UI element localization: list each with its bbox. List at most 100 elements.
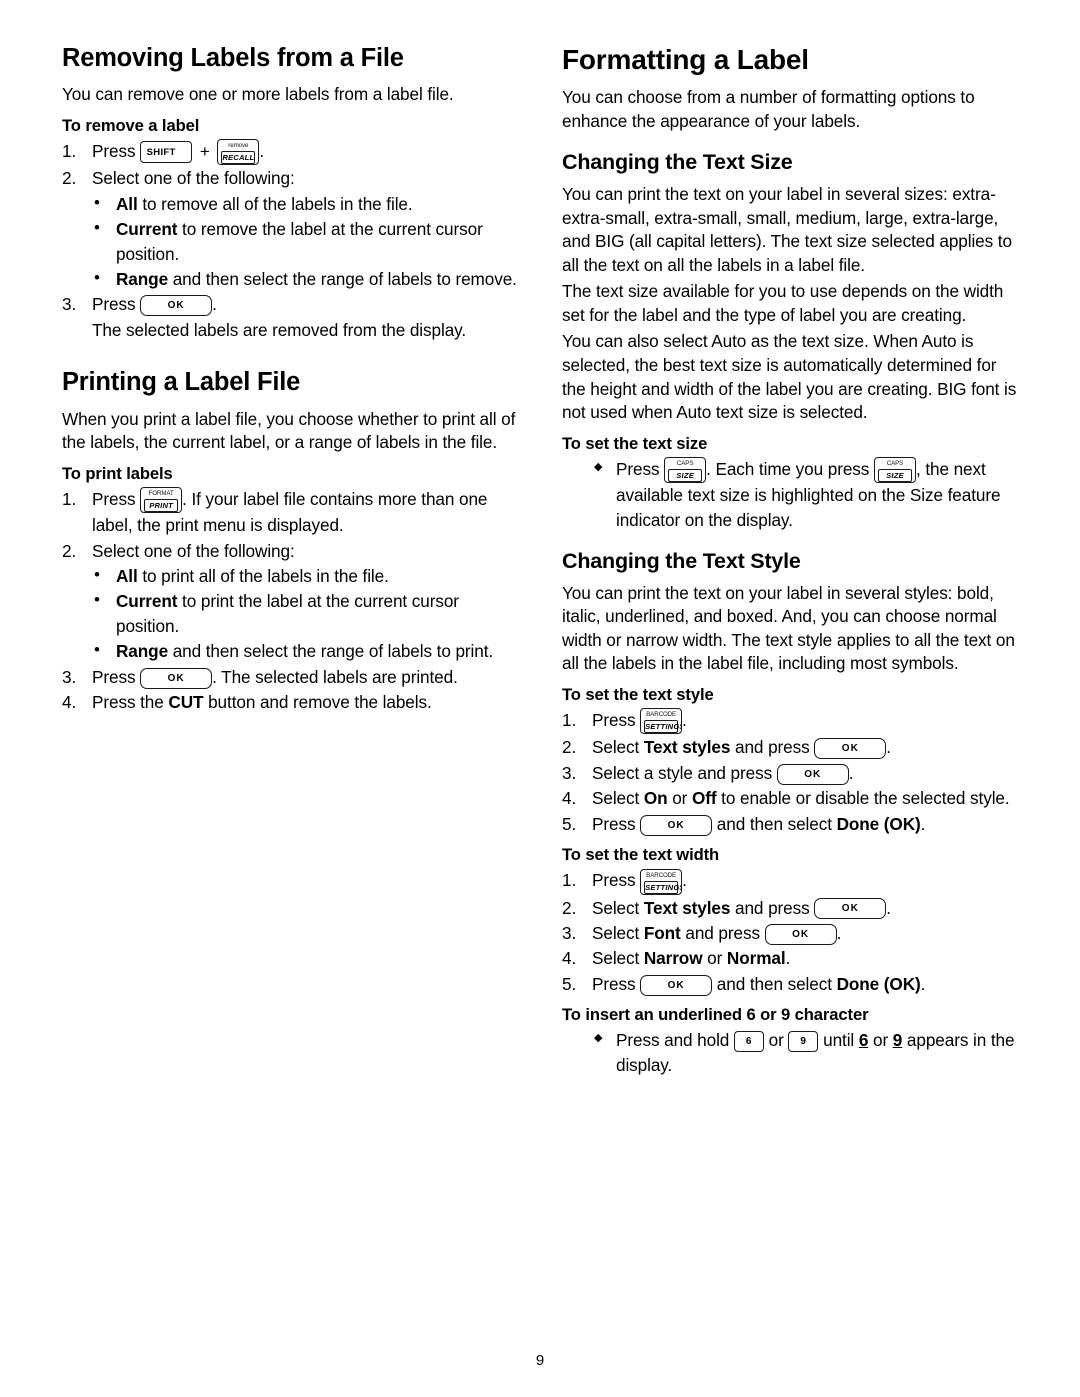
document-page: Removing Labels from a File You can remo… xyxy=(0,0,1080,1397)
bullet-dot-icon: • xyxy=(94,565,100,585)
step-text-prefix: Press xyxy=(92,140,136,161)
size-key-icon: CAPS SIZE xyxy=(664,457,707,484)
step-text-a: Select xyxy=(592,737,644,758)
step-text-b: and press xyxy=(730,737,810,758)
menu-item-font: Font xyxy=(643,922,681,943)
step-text-a: Press the xyxy=(92,692,169,713)
step-number: 3. xyxy=(562,762,577,783)
bullet-dot-icon: • xyxy=(94,640,100,660)
ok-key-icon: OK xyxy=(764,923,837,945)
step-text-suffix: . xyxy=(212,294,217,315)
bullet-list-remove-options: • All to remove all of the labels in the … xyxy=(62,192,520,292)
print-key-bottom-label: PRINT xyxy=(144,499,179,513)
step-item: 4. Select On or Off to enable or disable… xyxy=(562,786,1020,810)
steps-print-labels: 1. Press FORMAT PRINT . If your label fi… xyxy=(62,487,520,563)
step-text-a: Press xyxy=(592,973,636,994)
intro-formatting-label: You can choose from a number of formatti… xyxy=(562,87,975,131)
ok-key-icon: OK xyxy=(640,814,713,836)
step-item: 1. Press FORMAT PRINT . If your label fi… xyxy=(62,487,520,538)
option-narrow: Narrow xyxy=(643,948,703,969)
heading-changing-text-size: Changing the Text Size xyxy=(562,150,793,175)
step-text: Select one of the following: xyxy=(92,168,295,189)
bullet-list-set-text-size: ◆ Press CAPS SIZE . Each time you press … xyxy=(562,457,1020,532)
recall-key-icon: remove RECALL xyxy=(217,139,260,166)
step-text-suffix: . xyxy=(259,140,265,161)
six-key-icon: 6 xyxy=(733,1031,764,1053)
step-item: 2. Select one of the following: xyxy=(62,539,520,563)
shift-key-label: SHIFT xyxy=(146,147,176,159)
right-column: Formatting a Label You can choose from a… xyxy=(562,44,1020,1078)
procedure-title-set-text-size: To set the text size xyxy=(562,433,708,453)
step-item: 1. Press BARCODE SETTINGS . xyxy=(562,868,1020,895)
option-on: On xyxy=(643,788,668,809)
list-item: • All to remove all of the labels in the … xyxy=(92,192,520,216)
step-number: 5. xyxy=(562,813,577,834)
bullet-dot-icon: • xyxy=(94,218,100,238)
step-number: 5. xyxy=(562,973,577,994)
bullet-bold-term: Current xyxy=(116,591,178,612)
settings-key-top-label: BARCODE xyxy=(646,711,677,719)
step-text-prefix: Press xyxy=(92,488,136,509)
ok-key-icon: OK xyxy=(640,974,713,996)
ok-key-icon: OK xyxy=(814,738,887,760)
six-key-label: 6 xyxy=(745,1036,752,1048)
option-normal: Normal xyxy=(726,948,786,969)
plus-sign: + xyxy=(199,142,210,162)
bullet-text-mid: or xyxy=(872,1030,889,1051)
step-text-prefix: Press xyxy=(592,709,636,730)
step-number: 2. xyxy=(562,737,577,758)
ok-key-label: OK xyxy=(167,672,185,684)
step-number: 3. xyxy=(62,294,77,315)
bullet-dot-icon: • xyxy=(94,192,100,212)
step-text-mid: or xyxy=(667,788,692,809)
procedure-title-set-text-style: To set the text style xyxy=(562,684,714,704)
step-text-c: . xyxy=(920,973,926,994)
bullet-bold-term: All xyxy=(116,566,138,587)
size-key-bottom-label: SIZE xyxy=(877,469,912,483)
step-text-b: and then select xyxy=(712,973,837,994)
step-item: 2. Select Text styles and press OK . xyxy=(562,896,1020,920)
steps-remove-label-continued: 3. Press OK . xyxy=(62,292,520,317)
size-key-top-label: CAPS xyxy=(676,460,694,468)
page-number: 9 xyxy=(535,1352,545,1369)
step-number: 2. xyxy=(62,540,77,561)
procedure-title-underlined-character: To insert an underlined 6 or 9 character xyxy=(562,1005,869,1025)
procedure-title-remove-label: To remove a label xyxy=(62,115,200,135)
step-text-c: . xyxy=(848,762,854,783)
bullet-list-print-options: • All to print all of the labels in the f… xyxy=(62,564,520,664)
step-text-a: Select xyxy=(592,922,644,943)
step-text-prefix: Press xyxy=(92,294,136,315)
print-key-icon: FORMAT PRINT xyxy=(140,487,183,514)
ok-key-label: OK xyxy=(667,819,685,831)
ok-key-icon: OK xyxy=(814,898,887,920)
step-item: 3. Press OK . xyxy=(62,292,520,317)
bullet-bold-term: Range xyxy=(116,269,169,290)
bullet-bold-term: All xyxy=(116,193,138,214)
step-item: 1. Press BARCODE SETTINGS . xyxy=(562,708,1020,735)
ok-key-label: OK xyxy=(841,743,859,755)
step-number: 1. xyxy=(62,488,77,509)
step-number: 4. xyxy=(562,948,577,969)
step-item: 3. Select a style and press OK . xyxy=(562,761,1020,785)
recall-key-bottom-label: RECALL xyxy=(221,151,256,165)
step-text: Select one of the following: xyxy=(92,540,295,561)
step-number: 2. xyxy=(562,897,577,918)
bullet-text: to remove all of the labels in the file. xyxy=(137,193,413,214)
menu-item-done-ok: Done (OK) xyxy=(836,973,921,994)
bullet-text-or: or xyxy=(768,1030,784,1051)
steps-set-text-width: 1. Press BARCODE SETTINGS . 2. Select Te… xyxy=(562,868,1020,996)
step-item: 3. Select Font and press OK . xyxy=(562,921,1020,945)
size-key-icon: CAPS SIZE xyxy=(873,457,916,484)
step-item: 2. Select Text styles and press OK . xyxy=(562,735,1020,760)
ok-key-icon: OK xyxy=(140,667,213,689)
nine-key-label: 9 xyxy=(800,1036,807,1048)
settings-key-bottom-label: SETTINGS xyxy=(644,880,683,894)
bullet-diamond-icon: ◆ xyxy=(594,460,603,473)
bullet-list-underlined-character: ◆ Press and hold 6 or 9 until 6 or 9 app… xyxy=(562,1028,1020,1077)
menu-item-text-styles: Text styles xyxy=(643,737,731,758)
step-text-a: Select a style and press xyxy=(592,762,773,783)
step-item: 5. Press OK and then select Done (OK). xyxy=(562,972,1020,996)
procedure-title-print-labels: To print labels xyxy=(62,463,173,483)
paragraph-text-size-3: You can also select Auto as the text siz… xyxy=(562,331,1017,423)
list-item: • Current to print the label at the curre… xyxy=(92,589,520,638)
